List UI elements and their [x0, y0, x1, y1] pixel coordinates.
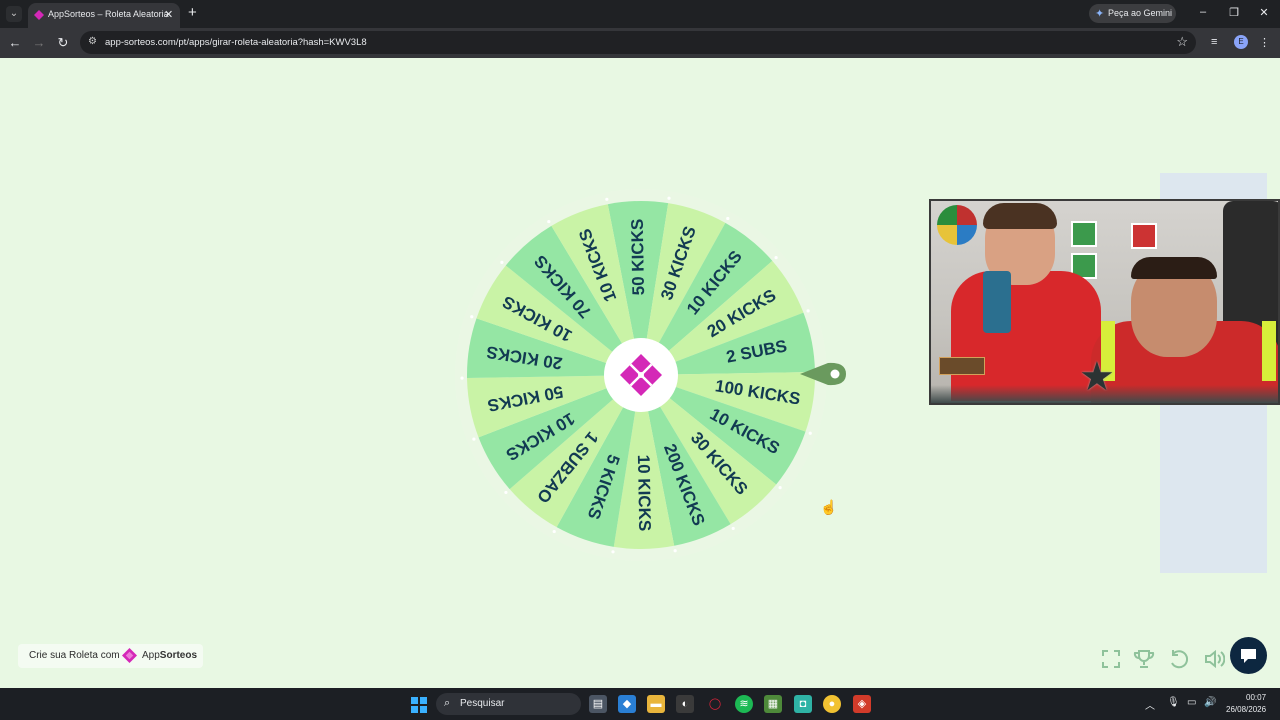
task-view-icon[interactable]: ▤	[589, 695, 607, 713]
browser-toolbar: ← → ↻ ⚙ app-sorteos.com/pt/apps/girar-ro…	[0, 28, 1280, 58]
search-placeholder: Pesquisar	[460, 698, 505, 709]
media-controls-icon[interactable]: ≡	[1211, 36, 1217, 48]
windows-taskbar: ⌕ Pesquisar ▤ ◆ ▬ ◐ ◯ ≋ ▦ ◘ ● ◈ ︿ 🎙 ▭ 🔊 …	[0, 688, 1280, 720]
tab-search-button[interactable]: ⌄	[6, 6, 22, 22]
footer-brand: AppSorteos	[142, 650, 198, 661]
forward-button[interactable]: →	[31, 35, 47, 51]
start-button[interactable]	[411, 697, 427, 713]
roulette-wheel[interactable]: 50 KICKS 30 KICKS 10 KICKS 20 KICKS 2 SUBS 10…	[454, 188, 828, 562]
star-emblem-icon: ★	[1079, 355, 1115, 399]
search-icon: ⌕	[444, 697, 451, 709]
gemini-button[interactable]: ✦ Peça ao Gemini	[1089, 4, 1176, 23]
minimize-button[interactable]: –	[1195, 6, 1211, 18]
app-icon-1[interactable]: ◐	[676, 695, 694, 713]
close-window-button[interactable]: ✕	[1256, 6, 1272, 19]
stream-logo	[939, 357, 985, 375]
create-wheel-link[interactable]: Crie sua Roleta com AppSorteos	[18, 644, 203, 668]
app-icon-3[interactable]: ◘	[794, 695, 812, 713]
wheel-segment-label: 10 KICKS	[634, 455, 654, 532]
wheel-graphic[interactable]: 50 KICKS 30 KICKS10 KICKS20 KICKS2 SUBS10…	[454, 188, 828, 562]
mouse-cursor-icon: ☝	[820, 499, 838, 515]
gemini-label: Peça ao Gemini	[1108, 8, 1173, 18]
reload-button[interactable]: ↻	[55, 35, 71, 51]
webcam-overlay: ★	[929, 199, 1280, 405]
chat-icon	[1241, 649, 1256, 663]
footer-prefix: Crie sua Roleta com	[29, 650, 120, 661]
new-tab-button[interactable]: +	[188, 5, 197, 21]
url-text: app-sorteos.com/pt/apps/girar-roleta-ale…	[105, 37, 367, 48]
reset-icon[interactable]	[1168, 648, 1190, 670]
close-tab-icon[interactable]: ✕	[164, 8, 173, 21]
clock-time[interactable]: 00:07	[1246, 693, 1266, 702]
address-bar[interactable]: ⚙ app-sorteos.com/pt/apps/girar-roleta-a…	[80, 31, 1196, 54]
speaker-icon[interactable]: 🔊	[1204, 697, 1216, 708]
clock-date[interactable]: 26/08/2026	[1226, 705, 1266, 714]
trophy-icon[interactable]	[1133, 648, 1155, 670]
spotify-icon[interactable]: ≋	[735, 695, 753, 713]
site-info-icon[interactable]: ⚙	[88, 36, 97, 47]
microphone-icon[interactable]: 🎙	[1167, 697, 1180, 708]
browser-menu-icon[interactable]: ⋮	[1259, 36, 1270, 49]
opera-icon[interactable]: ◯	[706, 695, 724, 713]
app-icon-4[interactable]: ◈	[853, 695, 871, 713]
dartboard-decor	[937, 205, 977, 245]
volume-icon[interactable]	[1203, 648, 1225, 670]
taskbar-search[interactable]: ⌕ Pesquisar	[436, 693, 581, 715]
network-icon[interactable]: ▭	[1187, 697, 1196, 708]
store-icon[interactable]: ◆	[618, 695, 636, 713]
app-icon-2[interactable]: ▦	[764, 695, 782, 713]
wheel-segment-label: 50 KICKS	[628, 219, 648, 296]
fullscreen-icon[interactable]	[1100, 648, 1122, 670]
gemini-spark-icon: ✦	[1095, 8, 1105, 20]
chrome-icon[interactable]: ●	[823, 695, 841, 713]
chat-button[interactable]	[1230, 637, 1267, 674]
page-content: 50 KICKS 30 KICKS 10 KICKS 20 KICKS 2 SUBS 10…	[0, 58, 1280, 688]
restore-button[interactable]: ❐	[1226, 6, 1242, 19]
bookmark-star-icon[interactable]: ☆	[1176, 34, 1188, 50]
appsorteos-favicon-icon	[34, 10, 44, 20]
tab-bar: ⌄ AppSorteos – Roleta Aleatoria ✕ + ✦ Pe…	[0, 0, 1280, 28]
profile-avatar[interactable]: E	[1234, 35, 1248, 49]
appsorteos-logo-icon	[122, 648, 137, 663]
wheel-pointer-icon	[800, 362, 846, 386]
file-explorer-icon[interactable]: ▬	[647, 695, 665, 713]
active-tab[interactable]: AppSorteos – Roleta Aleatoria ✕	[28, 3, 180, 28]
tab-title: AppSorteos – Roleta Aleatoria	[48, 9, 169, 19]
tray-expand-icon[interactable]: ︿	[1145, 697, 1155, 712]
back-button[interactable]: ←	[7, 35, 23, 51]
